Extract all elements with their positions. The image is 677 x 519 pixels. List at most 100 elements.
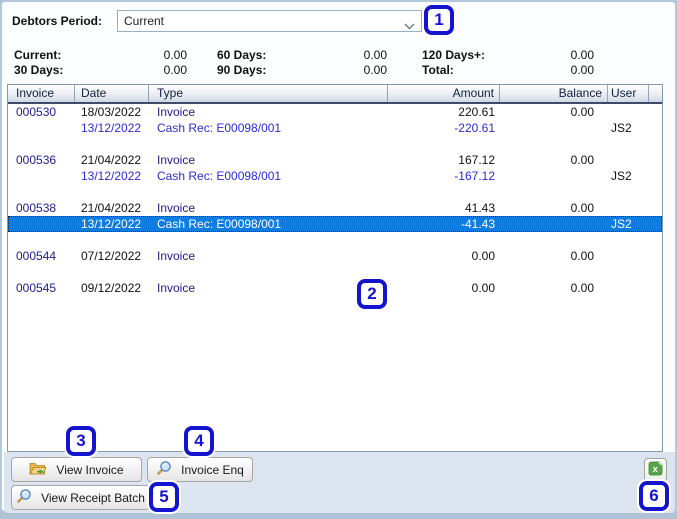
invoice-cell [8,120,75,136]
amount-cell: -41.43 [460,217,495,231]
col-header-amount[interactable]: Amount [388,85,500,102]
annotation-badge-3: 3 [66,426,96,456]
view-receipt-batch-label: View Receipt Batch [41,490,145,505]
view-receipt-batch-button[interactable]: View Receipt Batch [11,485,150,510]
summary-90days: 90 Days: 0.00 [217,63,387,78]
date-cell: 13/12/2022 [81,169,142,183]
debtors-period-label: Debtors Period: [12,14,103,28]
annotation-badge-5: 5 [149,482,179,512]
summary-current-label: Current: [14,48,62,62]
col-header-spacer [649,85,658,102]
balance-cell: 0.00 [570,153,594,167]
amount-cell: 41.43 [464,201,495,215]
invoice-enq-label: Invoice Enq [181,462,244,477]
table-row-invoice-000530[interactable]: 000530 18/03/2022 Invoice 220.61 0.00 [8,104,662,120]
debtors-period-value: Current [124,14,165,28]
view-invoice-button[interactable]: View Invoice [11,457,142,482]
table-row-cashrec-000530[interactable]: 13/12/2022 Cash Rec: E00098/001 -220.61 … [8,120,662,136]
summary-30days-value: 0.00 [163,63,187,77]
col-header-invoice[interactable]: Invoice [8,85,75,102]
user-cell [608,152,649,168]
summary-30days: 30 Days: 0.00 [14,63,187,78]
date-cell: 21/04/2022 [81,201,142,215]
user-cell: JS2 [611,169,632,183]
summary-total: Total: 0.00 [422,63,594,78]
type-cell: Invoice [157,201,196,215]
summary-total-label: Total: [422,63,454,77]
type-cell: Invoice [157,105,196,119]
summary-60days-value: 0.00 [363,48,387,62]
annotation-badge-2: 2 [357,279,387,309]
table-spacer-row [8,232,662,248]
view-invoice-label: View Invoice [56,462,124,477]
amount-cell: 0.00 [471,281,495,295]
excel-export-button[interactable]: x [644,458,667,482]
summary-90days-value: 0.00 [363,63,387,77]
debtors-period-select[interactable]: Current [117,10,422,32]
type-cell: Cash Rec: E00098/001 [157,169,282,183]
type-cell: Invoice [157,281,196,295]
transactions-table: Invoice Date Type Amount Balance User 00… [7,84,663,452]
invoice-cell: 000530 [16,105,57,119]
summary-120days-label: 120 Days+: [422,48,486,62]
summary-current: Current: 0.00 [14,48,187,63]
balance-cell: 0.00 [570,249,594,263]
summary-30days-label: 30 Days: [14,63,64,77]
col-header-type[interactable]: Type [149,85,388,102]
user-cell [608,104,649,120]
date-cell: 09/12/2022 [81,281,142,295]
amount-cell: -220.61 [454,121,495,135]
table-row-invoice-000545[interactable]: 000545 09/12/2022 Invoice 0.00 0.00 [8,280,662,296]
user-cell: JS2 [611,121,632,135]
type-cell: Invoice [157,153,196,167]
summary-60days: 60 Days: 0.00 [217,48,387,63]
debtors-enquiry-window: Debtors Period: Current Current: 0.00 60… [0,0,677,513]
type-cell: Cash Rec: E00098/001 [157,217,282,231]
summary-current-value: 0.00 [163,48,187,62]
invoice-cell: 000536 [16,153,57,167]
summary-120days-value: 0.00 [570,48,594,62]
table-spacer-row [8,264,662,280]
amount-cell: 220.61 [458,105,495,119]
amount-cell: -167.12 [454,169,495,183]
table-header: Invoice Date Type Amount Balance User [8,85,662,104]
summary-60days-label: 60 Days: [217,48,267,62]
date-cell: 21/04/2022 [81,153,142,167]
screenshot-root: Debtors Period: Current Current: 0.00 60… [0,0,677,519]
amount-cell: 0.00 [471,249,495,263]
summary-total-value: 0.00 [570,63,594,77]
date-cell: 18/03/2022 [81,105,142,119]
date-cell: 07/12/2022 [81,249,142,263]
balance-cell: 0.00 [570,105,594,119]
invoice-cell [8,216,75,232]
col-header-date[interactable]: Date [75,85,149,102]
invoice-enq-button[interactable]: Invoice Enq [147,457,253,482]
summary-120days: 120 Days+: 0.00 [422,48,594,63]
annotation-badge-6: 6 [639,481,669,511]
balance-cell [500,120,608,136]
annotation-badge-1: 1 [424,5,454,35]
balance-cell [500,168,608,184]
excel-icon: x [648,461,663,479]
table-row-cashrec-000536[interactable]: 13/12/2022 Cash Rec: E00098/001 -167.12 … [8,168,662,184]
table-row-cashrec-000538-selected[interactable]: 13/12/2022 Cash Rec: E00098/001 -41.43 J… [8,216,662,232]
table-body: 000530 18/03/2022 Invoice 220.61 0.00 13… [8,104,662,296]
type-cell: Invoice [157,249,196,263]
user-cell [608,280,649,296]
amount-cell: 167.12 [458,153,495,167]
invoice-cell [8,168,75,184]
magnifier-icon [156,460,172,479]
table-row-invoice-000536[interactable]: 000536 21/04/2022 Invoice 167.12 0.00 [8,152,662,168]
balance-cell: 0.00 [570,281,594,295]
table-row-invoice-000538[interactable]: 000538 21/04/2022 Invoice 41.43 0.00 [8,200,662,216]
table-spacer-row [8,184,662,200]
user-cell [608,200,649,216]
balance-cell [500,216,608,232]
col-header-balance[interactable]: Balance [500,85,608,102]
magnifier-icon [16,488,32,507]
table-row-invoice-000544[interactable]: 000544 07/12/2022 Invoice 0.00 0.00 [8,248,662,264]
invoice-cell: 000545 [16,281,57,295]
chevron-down-icon [404,19,415,33]
col-header-user[interactable]: User [608,85,649,102]
bottom-button-panel: View Invoice Invoice Enq View Receipt Ba… [4,452,675,513]
